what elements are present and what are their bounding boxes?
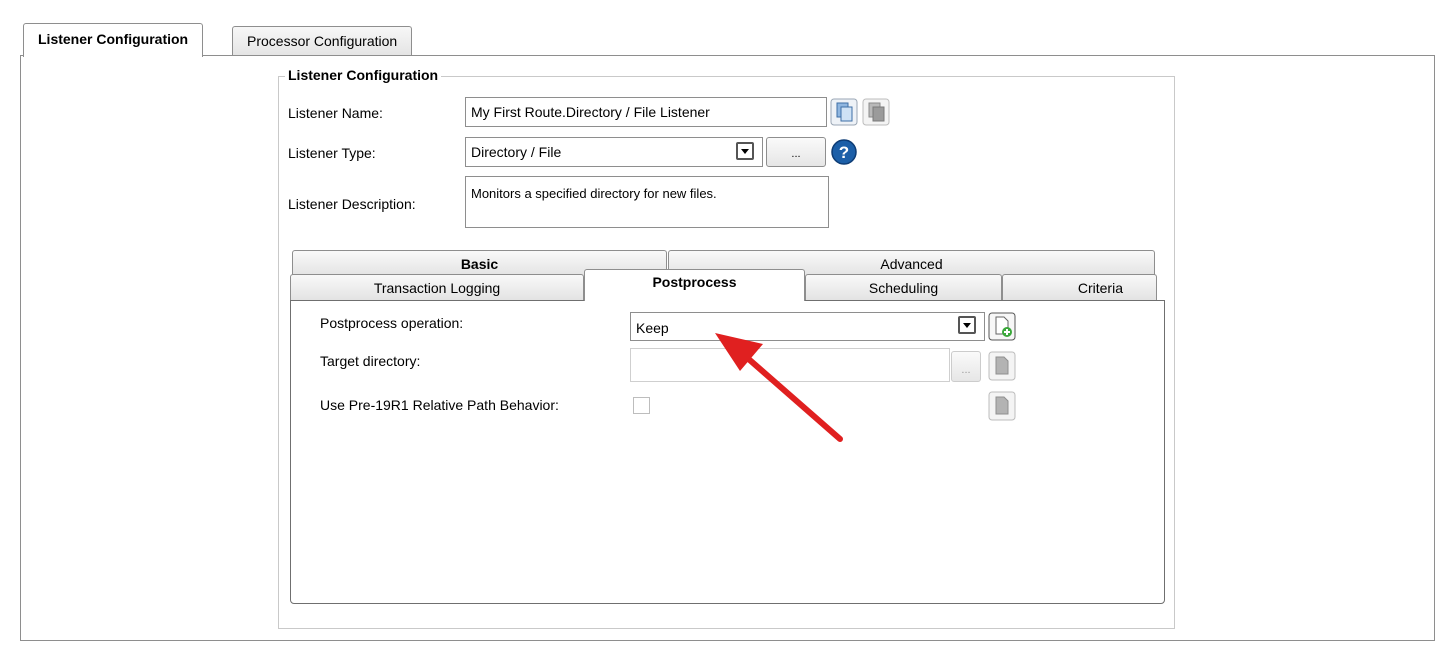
- paste-icon[interactable]: [862, 98, 890, 126]
- help-icon[interactable]: ?: [830, 138, 858, 166]
- listener-type-browse-button[interactable]: ...: [766, 137, 826, 167]
- tab-listener-configuration[interactable]: Listener Configuration: [23, 23, 204, 57]
- listener-name-field[interactable]: My First Route.Directory / File Listener: [465, 97, 827, 127]
- copy-icon[interactable]: [830, 98, 858, 126]
- add-document-icon[interactable]: [988, 312, 1016, 341]
- tab-transaction-logging[interactable]: Transaction Logging: [290, 274, 584, 300]
- tab-postprocess[interactable]: Postprocess: [584, 269, 805, 301]
- document-icon[interactable]: [988, 351, 1016, 381]
- target-directory-label: Target directory:: [320, 353, 421, 369]
- listener-description-label: Listener Description:: [288, 196, 416, 212]
- listener-type-select[interactable]: Directory / File: [465, 137, 763, 167]
- relative-path-checkbox[interactable]: [633, 397, 650, 414]
- document-icon[interactable]: [988, 391, 1016, 421]
- listener-name-label: Listener Name:: [288, 105, 383, 121]
- svg-text:?: ?: [839, 143, 849, 162]
- combo-arrow-icon[interactable]: [736, 142, 754, 160]
- target-directory-browse-button[interactable]: ...: [951, 351, 981, 382]
- combo-arrow-icon[interactable]: [958, 316, 976, 334]
- tab-processor-configuration[interactable]: Processor Configuration: [232, 26, 413, 56]
- red-arrow-annotation: [715, 333, 843, 442]
- group-title: Listener Configuration: [285, 67, 442, 83]
- tab-scheduling[interactable]: Scheduling: [805, 274, 1002, 300]
- relative-path-label: Use Pre-19R1 Relative Path Behavior:: [320, 397, 559, 413]
- postprocess-operation-label: Postprocess operation:: [320, 315, 464, 331]
- listener-type-label: Listener Type:: [288, 145, 376, 161]
- tab-criteria[interactable]: Criteria: [1002, 274, 1157, 300]
- listener-description-field[interactable]: Monitors a specified directory for new f…: [465, 176, 829, 228]
